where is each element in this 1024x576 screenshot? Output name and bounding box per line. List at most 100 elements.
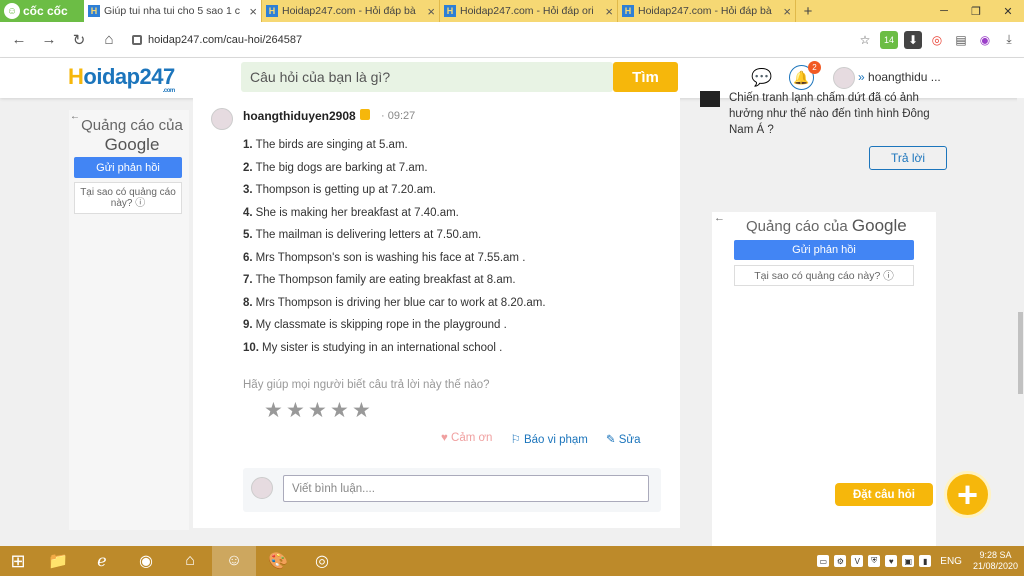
notification-badge: 2 [808, 61, 821, 74]
tray-app-icon[interactable]: V [851, 555, 864, 567]
ad-why-button[interactable]: Tại sao có quảng cáo này? ⓘ [74, 182, 182, 214]
close-icon[interactable]: × [783, 4, 791, 19]
search-button[interactable]: Tìm [613, 62, 678, 92]
menu-ext-icon[interactable]: ▤ [952, 31, 970, 49]
internet-explorer-icon[interactable]: ℯ [80, 546, 124, 576]
star-icon[interactable]: ★ [308, 400, 328, 421]
tab-1[interactable]: H Giúp tui nha tui cho 5 sao 1 c × [84, 0, 262, 22]
answer-time: · 09:27 [381, 110, 416, 122]
thanks-button[interactable]: ♥ Cảm ơn [441, 432, 492, 446]
list-item: 8. Mrs Thompson is driving her blue car t… [243, 296, 546, 309]
close-icon[interactable]: × [605, 4, 613, 19]
browser-brand[interactable]: ☺ cốc cốc [0, 0, 84, 22]
window-controls: ─ ❐ ✕ [928, 0, 1024, 22]
answer-actions: ♥ Cảm ơn ⚐ Báo vi phạm ✎ Sửa [441, 432, 640, 446]
edit-button[interactable]: ✎ Sửa [606, 432, 641, 446]
tray-app-icon[interactable]: ⛨ [868, 555, 881, 567]
username-label: hoangthidu ... [868, 70, 941, 84]
star-icon[interactable]: ★ [286, 400, 306, 421]
bookmark-star-icon[interactable]: ☆ [856, 31, 874, 49]
tray-app-icon[interactable]: ▣ [902, 555, 915, 567]
close-icon[interactable]: × [427, 4, 435, 19]
chat-icon[interactable]: 💬 [751, 68, 773, 88]
related-question: Chiến tranh lạnh chấm dứt đã có ảnh hưởn… [698, 90, 956, 190]
rank-medal-icon [360, 109, 370, 120]
lock-icon [132, 34, 142, 45]
site-logo[interactable]: Hoidap247 .com [68, 64, 175, 94]
star-icon[interactable]: ★ [352, 400, 372, 421]
hoidap-favicon-icon: H [444, 5, 456, 17]
report-button[interactable]: ⚐ Báo vi phạm [510, 432, 587, 446]
tab-3[interactable]: H Hoidap247.com - Hỏi đáp ori × [440, 0, 618, 22]
coccoc-logo-icon: ☺ [4, 3, 20, 19]
hoidap-favicon-icon: H [88, 5, 100, 17]
scrollbar-thumb[interactable] [1018, 312, 1023, 394]
media-icon[interactable]: ◎ [300, 546, 344, 576]
back-icon[interactable]: ← [6, 27, 32, 53]
avatar[interactable] [833, 67, 855, 89]
network-icon[interactable]: ▮ [919, 555, 932, 567]
hoidap-favicon-icon: H [266, 5, 278, 17]
browser-tab-bar: ☺ cốc cốc H Giúp tui nha tui cho 5 sao 1… [0, 0, 1024, 22]
chrome-icon[interactable]: ◉ [124, 546, 168, 576]
reload-icon[interactable]: ↻ [66, 27, 92, 53]
coccoc-ext-icon[interactable]: ◎ [928, 31, 946, 49]
list-item: 6. Mrs Thompson's son is washing his face… [243, 251, 526, 264]
app-icon[interactable]: ⌂ [168, 546, 212, 576]
search-input[interactable]: Câu hỏi của bạn là gì? [241, 62, 613, 92]
list-item: 2. The big dogs are barking at 7.am. [243, 161, 428, 174]
star-icon[interactable]: ★ [330, 400, 350, 421]
question-text[interactable]: Chiến tranh lạnh chấm dứt đã có ảnh hưởn… [729, 90, 949, 138]
ask-question-label[interactable]: Đặt câu hỏi [835, 483, 933, 506]
windows-start-icon[interactable]: ⊞ [0, 546, 36, 576]
paint-icon[interactable]: 🎨 [256, 546, 300, 576]
tab-title: Hoidap247.com - Hỏi đáp bà [282, 5, 416, 17]
ad-feedback-button[interactable]: Gửi phản hồi [734, 240, 914, 260]
url-text: hoidap247.com/cau-hoi/264587 [148, 33, 303, 46]
list-item: 10. My sister is studying in an internati… [243, 341, 503, 354]
downloads-icon[interactable]: ⤓ [1000, 31, 1018, 49]
download-ext-icon[interactable]: ⬇ [904, 30, 922, 49]
extension-badge[interactable]: 14 [880, 30, 898, 49]
tray-app-icon[interactable]: ♥ [885, 555, 898, 567]
tab-title: Giúp tui nha tui cho 5 sao 1 c [104, 5, 241, 17]
address-bar: ← → ↻ ⌂ hoidap247.com/cau-hoi/264587 ☆ 1… [0, 22, 1024, 58]
answer-username[interactable]: hoangthiduyen2908 [243, 109, 356, 123]
answer-list: 1. The birds are singing at 5.am. 2. The b… [243, 134, 663, 359]
close-window-icon[interactable]: ✕ [992, 0, 1024, 22]
list-item: 1. The birds are singing at 5.am. [243, 139, 408, 151]
close-icon[interactable]: × [249, 4, 257, 19]
file-explorer-icon[interactable]: 📁 [36, 546, 80, 576]
tab-title: Hoidap247.com - Hỏi đáp ori [460, 5, 594, 17]
restore-icon[interactable]: ❐ [960, 0, 992, 22]
reply-button[interactable]: Trả lời [869, 146, 947, 170]
forward-icon[interactable]: → [36, 27, 62, 53]
clock[interactable]: 9:28 SA 21/08/2020 [973, 550, 1018, 572]
tab-title: Hoidap247.com - Hỏi đáp bà [638, 5, 772, 17]
tray-app-icon[interactable]: ▭ [817, 555, 830, 567]
chevron-down-icon: » [858, 70, 865, 84]
system-tray: ▭ ⚙ V ⛨ ♥ ▣ ▮ ENG 9:28 SA 21/08/2020 [817, 550, 1024, 572]
url-field[interactable]: hoidap247.com/cau-hoi/264587 [126, 27, 776, 53]
browser-extensions: ☆ 14 ⬇ ◎ ▤ ◉ ⤓ [856, 30, 1018, 49]
language-indicator[interactable]: ENG [940, 556, 962, 567]
user-menu[interactable]: » hoangthidu ... [858, 70, 941, 84]
star-icon[interactable]: ★ [264, 400, 284, 421]
list-item: 7. The Thompson family are eating breakfa… [243, 274, 516, 286]
comment-input[interactable]: Viết bình luận.... [283, 475, 649, 502]
coccoc-taskbar-icon[interactable]: ☺ [212, 546, 256, 576]
tray-app-icon[interactable]: ⚙ [834, 555, 847, 567]
list-item: 3. Thompson is getting up at 7.20.am. [243, 184, 436, 196]
ad-back-icon[interactable]: ← [714, 212, 725, 224]
profile-ext-icon[interactable]: ◉ [976, 31, 994, 49]
ask-question-button[interactable]: + [944, 471, 991, 518]
ad-why-button[interactable]: Tại sao có quảng cáo này? ⓘ [734, 265, 914, 286]
tab-2[interactable]: H Hoidap247.com - Hỏi đáp bà × [262, 0, 440, 22]
new-tab-button[interactable]: + [796, 0, 820, 22]
avatar[interactable] [211, 108, 233, 130]
ad-feedback-button[interactable]: Gửi phản hồi [74, 157, 182, 178]
ad-left: ← Quảng cáo của Google Gửi phản hồi Tại … [69, 110, 189, 530]
tab-4[interactable]: H Hoidap247.com - Hỏi đáp bà × [618, 0, 796, 22]
home-icon[interactable]: ⌂ [96, 27, 122, 53]
minimize-icon[interactable]: ─ [928, 0, 960, 22]
